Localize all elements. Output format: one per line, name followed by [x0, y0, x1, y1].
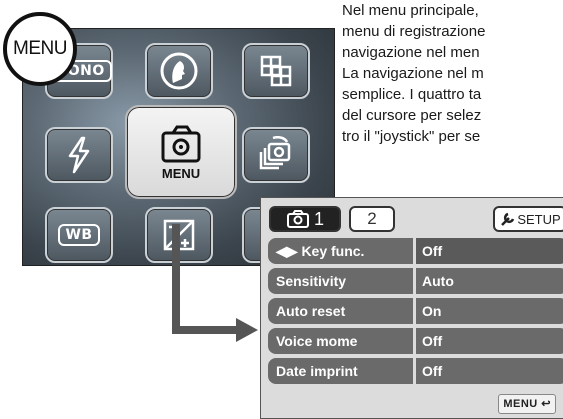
tab-recording-2[interactable]: 2: [349, 206, 395, 232]
setting-value: Off: [416, 328, 563, 354]
setting-value: Auto: [416, 268, 563, 294]
recording-menu-screen: 1 2 SETUP ◀▶ Key func. Off Sensitivity A…: [260, 197, 563, 419]
return-arrow-icon: ↩: [541, 398, 551, 410]
tab-1-number: 1: [313, 208, 324, 229]
list-item[interactable]: Sensitivity Auto: [268, 268, 563, 294]
setting-value: On: [416, 298, 563, 324]
setting-name: Voice mome: [268, 328, 413, 354]
list-item[interactable]: Auto reset On: [268, 298, 563, 324]
setting-value: Off: [416, 358, 563, 384]
list-item[interactable]: ◀▶ Key func. Off: [268, 238, 563, 264]
left-right-arrows-icon: ◀▶: [276, 243, 302, 259]
wrench-icon: [501, 212, 515, 226]
menu-tabs: 1 2 SETUP: [261, 198, 563, 236]
menu-badge-label: MENU: [13, 38, 67, 59]
tab-setup[interactable]: SETUP: [493, 206, 563, 232]
menu-badge: MENU: [3, 12, 77, 86]
setting-name: Date imprint: [268, 358, 413, 384]
menu-return-hint: MENU ↩: [498, 394, 556, 414]
list-item[interactable]: Date imprint Off: [268, 358, 563, 384]
menu-hint-label: MENU: [503, 398, 538, 410]
setting-name-text: Key func.: [301, 243, 365, 259]
tab-2-label: 2: [367, 209, 377, 228]
setting-value: Off: [416, 238, 563, 264]
setting-name: Sensitivity: [268, 268, 413, 294]
setting-name: Auto reset: [268, 298, 413, 324]
camera-icon: [286, 210, 309, 228]
setup-tab-label: SETUP: [517, 211, 561, 227]
list-item[interactable]: Voice mome Off: [268, 328, 563, 354]
tab-recording-1[interactable]: 1: [269, 206, 341, 232]
setting-name: ◀▶ Key func.: [268, 238, 413, 264]
